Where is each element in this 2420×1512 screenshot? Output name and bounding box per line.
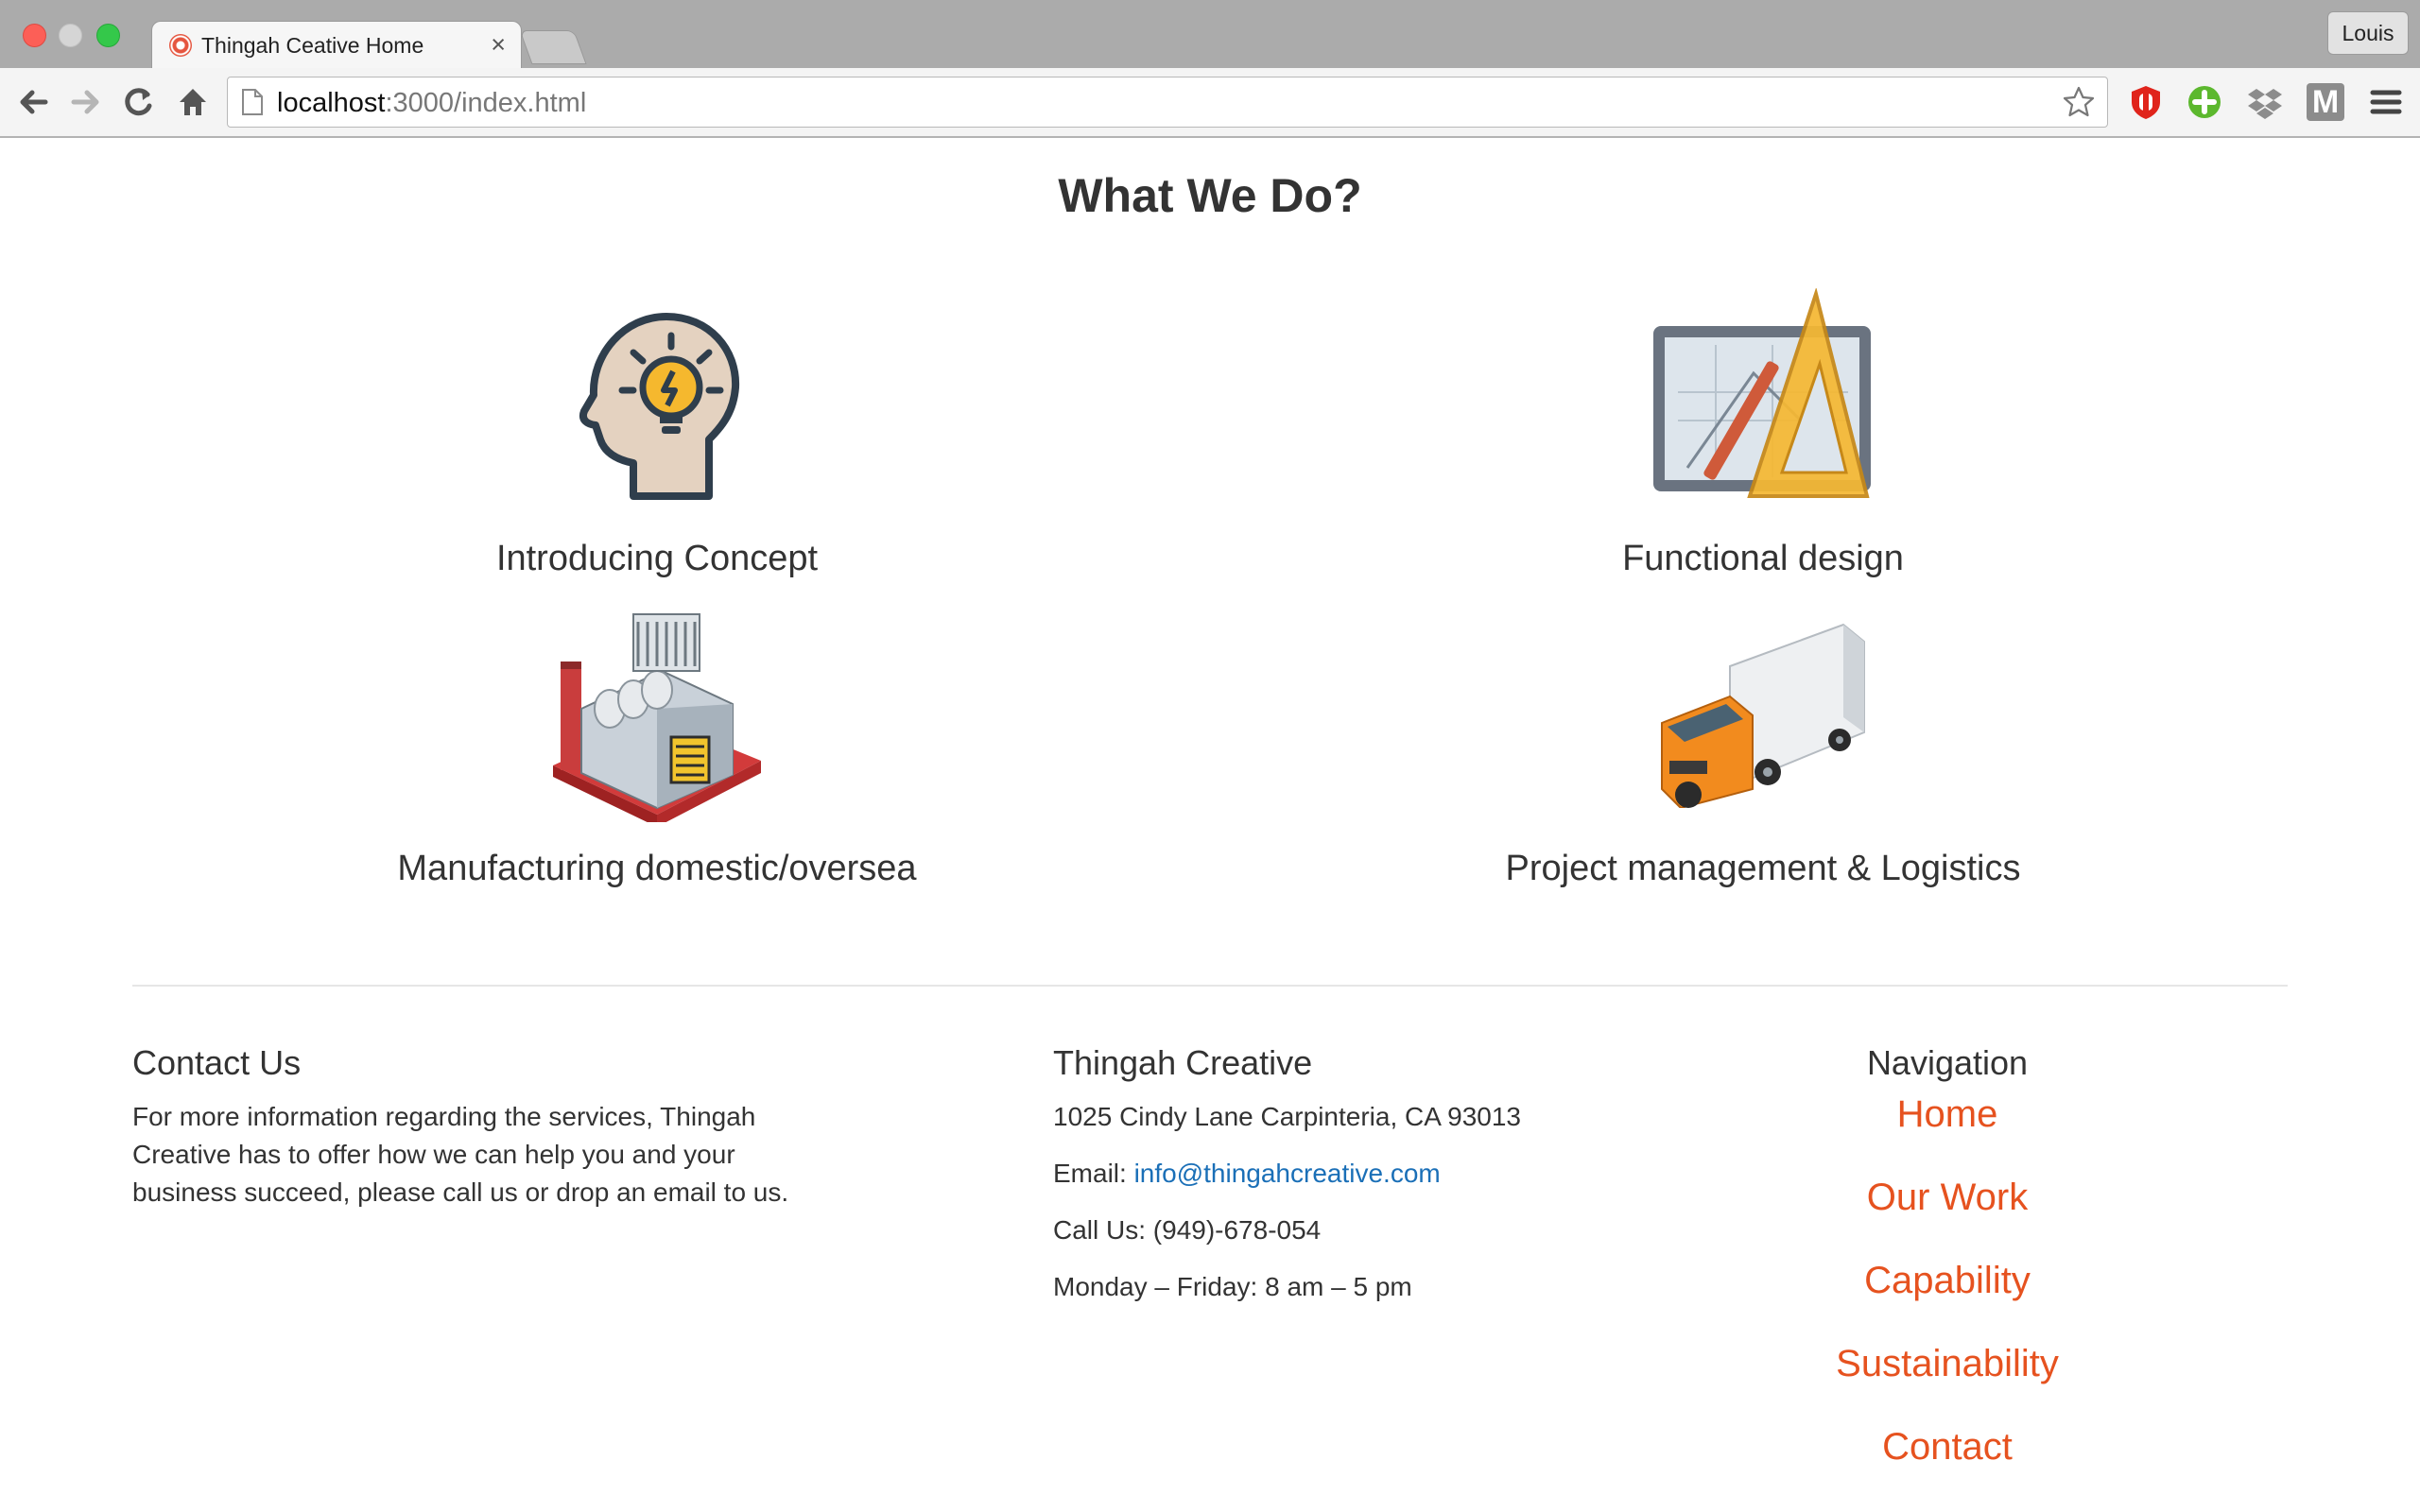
- tab-title: Thingah Ceative Home: [201, 33, 424, 58]
- browser-tab-active[interactable]: Thingah Ceative Home ×: [151, 21, 522, 71]
- services-section-title: What We Do?: [1058, 169, 1362, 222]
- footer-company-title: Thingah Creative: [1053, 1043, 1313, 1082]
- tab-close-icon[interactable]: ×: [491, 30, 506, 60]
- new-tab-button[interactable]: [519, 30, 587, 64]
- m-extension-letter: M: [2311, 84, 2340, 120]
- truck-icon: [1661, 623, 1865, 808]
- service-label: Functional design: [1622, 539, 1904, 578]
- service-item: Functional design: [1290, 284, 2236, 579]
- footer-contact-title: Contact Us: [132, 1043, 302, 1082]
- nav-link-capability[interactable]: Capability: [1758, 1257, 2136, 1304]
- url-text: localhost:3000/index.html: [277, 88, 586, 119]
- email-link[interactable]: info@thingahcreative.com: [1134, 1159, 1441, 1188]
- profile-button[interactable]: Louis: [2327, 11, 2409, 55]
- add-plus-icon[interactable]: [2186, 83, 2223, 121]
- window-maximize-button[interactable]: [96, 24, 120, 47]
- footer-contact: Contact Us For more information regardin…: [132, 1040, 813, 1211]
- back-arrow-icon[interactable]: [13, 81, 55, 123]
- section-divider: [132, 985, 2288, 987]
- nav-link-contact[interactable]: Contact: [1758, 1423, 2136, 1470]
- window-close-button[interactable]: [23, 24, 46, 47]
- reload-icon[interactable]: [117, 81, 159, 123]
- design-tools-icon: [1653, 288, 1871, 498]
- page-icon: [242, 89, 263, 115]
- factory-icon: [553, 613, 761, 822]
- browser-tabstrip: Thingah Ceative Home × Louis: [0, 0, 2420, 71]
- service-item: Manufacturing domestic/oversea: [184, 605, 1130, 889]
- browser-toolbar: localhost:3000/index.html M: [0, 68, 2420, 138]
- m-extension-icon[interactable]: M: [2307, 83, 2344, 121]
- footer-contact-text: For more information regarding the servi…: [132, 1102, 789, 1207]
- company-address: 1025 Cindy Lane Carpinteria, CA 93013: [1053, 1102, 1522, 1131]
- window-minimize-button[interactable]: [59, 24, 82, 47]
- url-host: localhost: [277, 88, 386, 118]
- footer-navigation-title: Navigation: [1866, 1043, 2029, 1082]
- service-item: Introducing Concept: [184, 284, 1130, 579]
- forward-arrow-icon[interactable]: [64, 81, 106, 123]
- company-hours: Monday – Friday: 8 am – 5 pm: [1053, 1272, 1412, 1301]
- lightbulb-head-icon: [579, 313, 740, 500]
- nav-link-sustainability[interactable]: Sustainability: [1758, 1340, 2136, 1387]
- ublock-icon[interactable]: [2127, 83, 2165, 121]
- menu-hamburger-icon[interactable]: [2367, 83, 2405, 121]
- service-label: Introducing Concept: [495, 539, 819, 578]
- url-path: :3000/index.html: [385, 88, 587, 118]
- home-icon[interactable]: [172, 81, 214, 123]
- service-item: Project management & Logistics: [1290, 605, 2236, 889]
- email-label: Email:: [1053, 1159, 1134, 1188]
- nav-link-home[interactable]: Home: [1758, 1091, 2136, 1138]
- footer-company: Thingah Creative 1025 Cindy Lane Carpint…: [1053, 1040, 1658, 1306]
- service-label: Project management & Logistics: [1505, 849, 2021, 888]
- company-phone: Call Us: (949)-678-054: [1053, 1215, 1322, 1245]
- site-favicon-icon: [169, 34, 192, 57]
- footer-navigation: Navigation Home Our Work Capability Sust…: [1758, 1040, 2136, 1470]
- address-bar[interactable]: localhost:3000/index.html: [227, 77, 2108, 128]
- service-label: Manufacturing domestic/oversea: [397, 849, 917, 888]
- dropbox-icon[interactable]: [2246, 83, 2284, 121]
- company-email-line: Email: info@thingahcreative.com: [1053, 1155, 1658, 1193]
- bookmark-star-icon[interactable]: [2062, 85, 2096, 119]
- nav-link-our-work[interactable]: Our Work: [1758, 1174, 2136, 1221]
